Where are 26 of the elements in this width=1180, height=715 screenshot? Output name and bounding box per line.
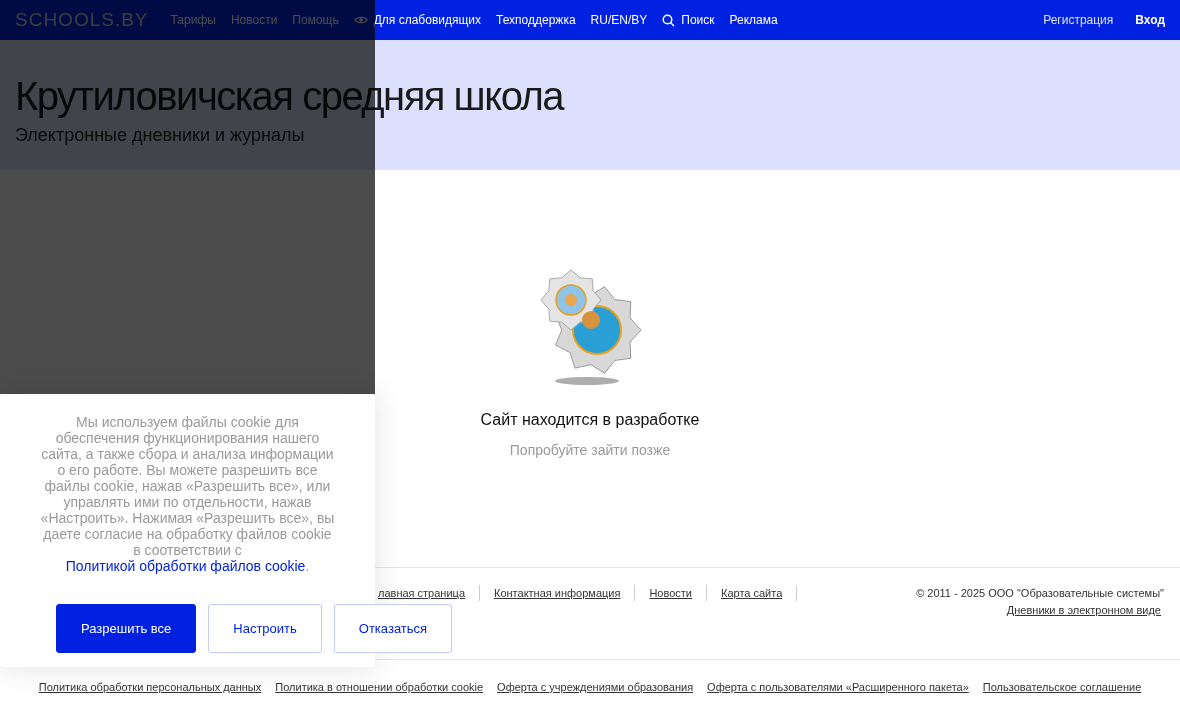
footer-link[interactable]: Дневники в электронном виде [1006,601,1161,618]
footer-link[interactable]: лавная страница [378,585,465,602]
auth-link[interactable]: Регистрация [1043,11,1114,29]
cookie-button[interactable]: Отказаться [333,604,453,653]
cookie-button[interactable]: Настроить [208,604,322,653]
auth-link[interactable]: Вход [1135,11,1165,29]
nav-link[interactable]: Поиск [662,11,715,29]
legal-link[interactable]: Политика в отношении обработки cookie [275,679,484,696]
copyright-text: © 2011 - 2025 ООО "Образовательные системы" [916,586,1164,601]
status-heading: Сайт находится в разработке [480,410,700,430]
nav-link[interactable]: RU/EN/BY [590,11,648,29]
footer-link[interactable]: Карта сайта [721,585,783,602]
legal-link[interactable]: Пользовательское соглашение [982,679,1142,696]
cookie-button[interactable]: Разрешить все [56,604,197,653]
nav-link[interactable]: Техподдержка [496,11,576,29]
nav-link[interactable]: Реклама [729,11,778,29]
cookie-policy-link[interactable]: Политикой обработки файлов cookie [65,558,306,574]
footer-link[interactable]: Новости [649,585,692,602]
search-icon [662,13,676,27]
legal-link[interactable]: Оферта с пользователями «Расширенного пакета» [707,679,969,696]
status-note: Попробуйте зайти позже [509,441,671,460]
legal-link[interactable]: Оферта с учреждениями образования [497,679,694,696]
legal-link[interactable]: Политика обработки персональных данных [38,679,262,696]
footer-link[interactable]: Контактная информация [494,585,621,602]
school-subtitle: Электронные дневники и журналы [15,124,306,147]
cookie-notice-text: Мы используем файлы cookie для обеспечения функционирования нашего сайта, а также сбора и анализа информации о его работе. Вы можете разрешить все файлы cookie, нажав «Разрешить все», или управлять ими по отдельности, нажав «Настроить». Нажимая «Разрешить все», вы даете согласие на обработку файлов cookie в соответствии с Политикой обработки файлов cookie. [39,414,336,574]
